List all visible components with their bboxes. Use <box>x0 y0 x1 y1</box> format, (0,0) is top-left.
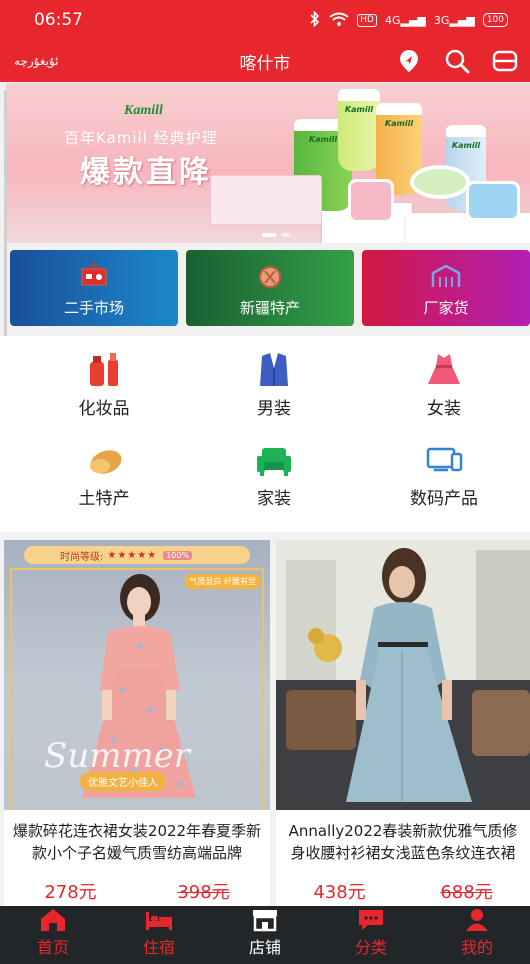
grid-item-label: 女装 <box>427 399 461 419</box>
product-old-price: 688元 <box>440 882 493 903</box>
category-card-label: 二手市场 <box>63 299 124 317</box>
location-icon[interactable] <box>396 48 422 74</box>
cosmetics-icon <box>84 350 124 388</box>
grid-item-menswear[interactable]: 男装 <box>186 336 362 419</box>
product-prices: 438元 688元 <box>276 878 530 904</box>
product-list: 时尚等级: ★★★★★ 100% 气质显白 纤腰有型 Summer 优雅文艺小佳人 … <box>0 540 530 906</box>
tab-category[interactable]: 分类 <box>318 906 424 964</box>
product-prices: 278元 398元 <box>4 878 270 904</box>
scan-icon[interactable] <box>492 48 518 74</box>
banner-headline: 爆款直降 <box>80 155 212 190</box>
fashion-level-ribbon: 时尚等级: ★★★★★ 100% <box>24 546 250 564</box>
product-name: 爆款碎花连衣裙女装2022年春夏季新款小个子名媛气质雪纺高端品牌 <box>12 822 262 862</box>
bottom-tab-bar: 首页 住宿 店铺 分类 我的 <box>0 906 530 964</box>
category-card-factory[interactable]: 厂家货 <box>362 250 530 326</box>
system-icons: HD 4G▂▄▆ 3G▂▄▆ 100 <box>309 10 508 30</box>
grid-item-cosmetics[interactable]: 化妆品 <box>16 336 192 419</box>
status-time: 06:57 <box>34 10 83 30</box>
signal-icon: 4G▂▄▆ <box>384 13 426 27</box>
product-image: 时尚等级: ★★★★★ 100% 气质显白 纤腰有型 Summer 优雅文艺小佳人 <box>4 540 270 810</box>
language-switch[interactable]: ئۇيغۇرچە <box>14 54 59 68</box>
room-backdrop <box>276 540 530 810</box>
grid-item-home-decor[interactable]: 家装 <box>186 426 362 509</box>
product-jar <box>466 181 520 221</box>
grid-item-womenswear[interactable]: 女装 <box>356 336 530 419</box>
product-old-price: 398元 <box>177 882 230 903</box>
product-tube: Kamill <box>338 89 380 171</box>
banner-pagination <box>262 233 290 237</box>
banner-tagline: 百年Kamill 经典护理 <box>64 129 218 147</box>
tab-label: 店铺 <box>248 938 281 957</box>
home-decor-icon <box>254 440 294 478</box>
grid-item-label: 化妆品 <box>78 399 130 419</box>
category-grid: 化妆品 男装 女装 土特产 家装 数码产品 <box>0 336 530 532</box>
category-card-secondhand[interactable]: 二手市场 <box>10 250 178 326</box>
product-name: Annally2022春装新款优雅气质修身收腰衬衫裙女浅蓝色条纹连衣裙 <box>288 822 518 862</box>
nav-bar: ئۇيغۇرچە 喀什市 <box>0 40 530 82</box>
home-icon <box>38 908 68 932</box>
tab-home[interactable]: 首页 <box>0 906 106 964</box>
category-card-label: 厂家货 <box>423 299 469 317</box>
grid-item-label: 家装 <box>257 489 291 509</box>
grid-item-label: 数码产品 <box>410 489 478 509</box>
local-produce-icon <box>84 440 124 478</box>
product-jar <box>348 179 394 223</box>
category-cards: 二手市场 新疆特产 厂家货 <box>10 250 530 326</box>
market-icon <box>78 262 110 289</box>
product-card[interactable]: Annally2022春装新款优雅气质修身收腰衬衫裙女浅蓝色条纹连衣裙 438元… <box>276 540 530 906</box>
gift-box <box>210 175 322 225</box>
product-jar <box>410 165 470 199</box>
overlay-script-text: Summer <box>44 736 191 776</box>
signal-icon-2: 3G▂▄▆ <box>433 13 475 27</box>
hd-badge: HD <box>357 13 377 27</box>
tab-label: 首页 <box>36 938 69 957</box>
category-card-label: 新疆特产 <box>239 299 300 317</box>
bed-icon <box>144 908 174 932</box>
factory-icon <box>430 263 462 289</box>
product-image <box>276 540 530 810</box>
grid-item-digital[interactable]: 数码产品 <box>356 426 530 509</box>
status-bar: 06:57 HD 4G▂▄▆ 3G▂▄▆ 100 <box>0 0 530 40</box>
grid-item-label: 男装 <box>257 399 291 419</box>
digital-icon <box>424 440 464 478</box>
user-icon <box>462 908 492 932</box>
specialty-icon <box>254 263 286 289</box>
product-card[interactable]: 时尚等级: ★★★★★ 100% 气质显白 纤腰有型 Summer 优雅文艺小佳人 … <box>4 540 270 906</box>
tab-label: 分类 <box>354 938 387 957</box>
product-price: 278元 <box>44 882 97 903</box>
tab-label: 我的 <box>460 938 493 957</box>
product-price: 438元 <box>313 882 366 903</box>
tab-label: 住宿 <box>142 938 175 957</box>
shop-icon <box>250 908 280 932</box>
womenswear-icon <box>424 350 464 388</box>
tab-me[interactable]: 我的 <box>424 906 530 964</box>
chat-icon <box>356 908 386 932</box>
bluetooth-icon <box>309 10 321 30</box>
grid-item-label: 土特产 <box>78 489 130 509</box>
promo-banner[interactable]: Kamill 百年Kamill 经典护理 爆款直降 Kamill Kamill … <box>6 83 530 243</box>
menswear-icon <box>254 350 294 388</box>
grid-item-local-produce[interactable]: 土特产 <box>16 426 192 509</box>
promo-pill: 优雅文艺小佳人 <box>80 772 166 791</box>
tab-shop[interactable]: 店铺 <box>212 906 318 964</box>
tab-lodging[interactable]: 住宿 <box>106 906 212 964</box>
search-icon[interactable] <box>444 48 470 74</box>
wifi-icon <box>329 12 349 29</box>
banner-brand: Kamill <box>124 103 163 118</box>
battery-icon: 100 <box>482 13 508 27</box>
category-card-xinjiang[interactable]: 新疆特产 <box>186 250 354 326</box>
